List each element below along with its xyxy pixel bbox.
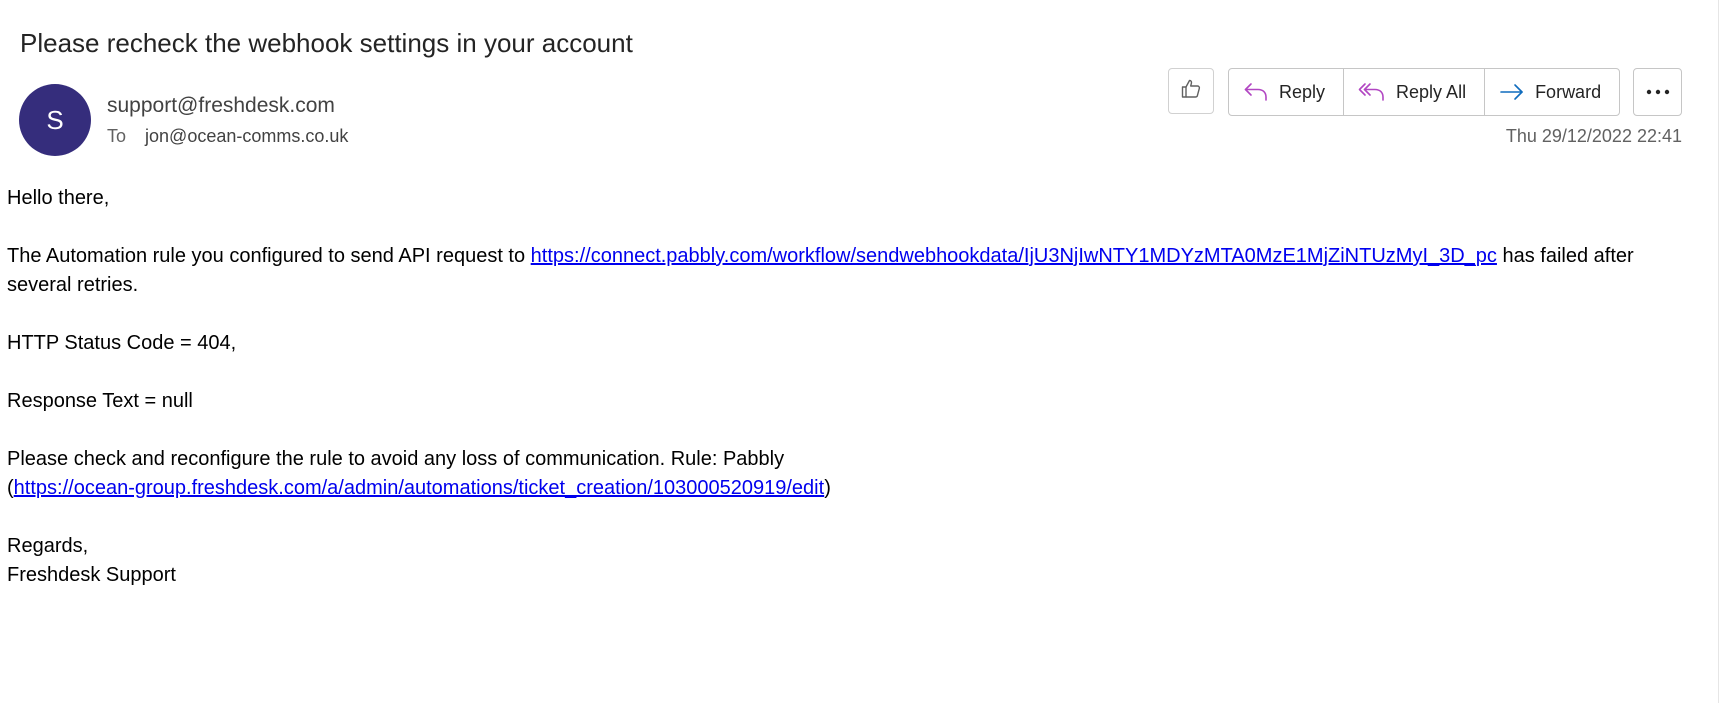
body-paragraph-reconfigure: Please check and reconfigure the rule to… bbox=[7, 445, 887, 503]
like-button[interactable] bbox=[1168, 68, 1214, 114]
reply-all-button[interactable]: Reply All bbox=[1344, 69, 1486, 115]
automation-rule-link[interactable]: https://ocean-group.freshdesk.com/a/admi… bbox=[14, 477, 825, 499]
regards-text: Regards, bbox=[7, 535, 89, 557]
reply-button[interactable]: Reply bbox=[1229, 69, 1345, 115]
avatar[interactable]: S bbox=[19, 84, 91, 156]
pane-divider bbox=[1718, 0, 1719, 703]
signature-text: Freshdesk Support bbox=[7, 564, 176, 586]
webhook-url-link[interactable]: https://connect.pabbly.com/workflow/send… bbox=[531, 245, 1497, 267]
forward-button[interactable]: Forward bbox=[1485, 69, 1619, 115]
reply-icon bbox=[1243, 81, 1269, 103]
received-timestamp: Thu 29/12/2022 22:41 bbox=[1505, 126, 1682, 146]
reply-all-icon bbox=[1358, 81, 1386, 103]
thumbs-up-icon bbox=[1179, 77, 1203, 106]
email-reading-pane: Please recheck the webhook settings in y… bbox=[0, 0, 1729, 703]
body-paragraph-failure: The Automation rule you configured to se… bbox=[7, 242, 1677, 300]
forward-arrow-icon bbox=[1499, 81, 1525, 103]
sender-email[interactable]: support@freshdesk.com bbox=[107, 94, 335, 118]
reply-label: Reply bbox=[1279, 81, 1326, 102]
body-greeting: Hello there, bbox=[7, 187, 110, 209]
body-status-code: HTTP Status Code = 404, bbox=[7, 332, 237, 354]
body-signoff: Regards, Freshdesk Support bbox=[7, 532, 1677, 590]
reply-all-label: Reply All bbox=[1396, 81, 1467, 102]
recipient-email[interactable]: jon@ocean-comms.co.uk bbox=[145, 126, 348, 146]
body-response-text: Response Text = null bbox=[7, 390, 193, 412]
more-actions-button[interactable] bbox=[1633, 68, 1682, 116]
email-subject: Please recheck the webhook settings in y… bbox=[20, 28, 633, 58]
reply-actions-group: Reply Reply All Forward bbox=[1228, 68, 1621, 116]
more-horizontal-icon bbox=[1645, 83, 1671, 101]
reconfigure-text-end: ) bbox=[824, 477, 831, 499]
to-label: To bbox=[107, 126, 127, 146]
avatar-initial: S bbox=[46, 104, 64, 135]
failure-text: The Automation rule you configured to se… bbox=[7, 245, 531, 267]
forward-label: Forward bbox=[1535, 81, 1602, 102]
email-body: Hello there, The Automation rule you con… bbox=[7, 184, 1677, 619]
recipients-row: To jon@ocean-comms.co.uk bbox=[107, 126, 348, 147]
